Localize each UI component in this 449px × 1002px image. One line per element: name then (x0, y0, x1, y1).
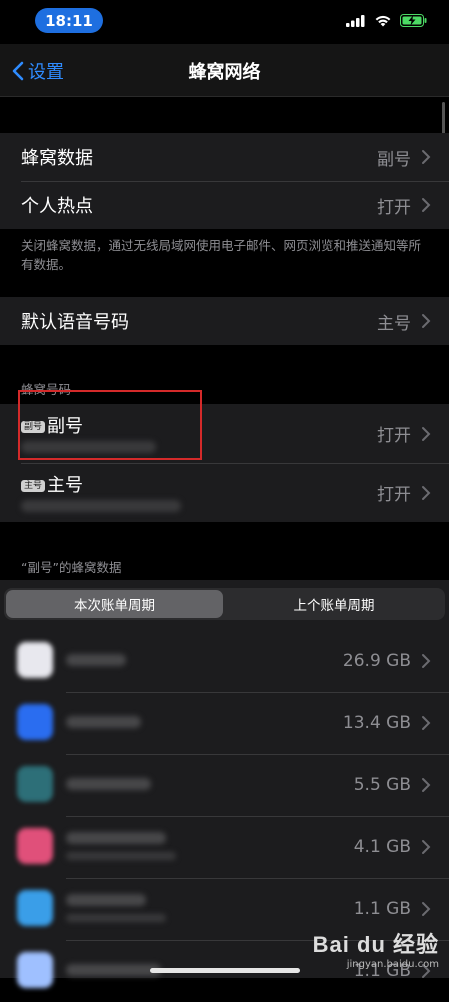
app-icon (17, 952, 53, 988)
status-bar: 18:11 (0, 0, 449, 44)
chevron-right-icon (422, 778, 431, 792)
navigation-bar: 设置 蜂窝网络 (0, 44, 449, 97)
chevron-right-icon (422, 654, 431, 668)
chevron-right-icon (422, 314, 431, 328)
row-value: 主号 (377, 313, 411, 334)
watermark: Bai du 经验 jingyan.baidu.com (313, 927, 439, 970)
app-usage-amount: 26.9 GB (342, 651, 411, 671)
app-name-redacted (66, 654, 126, 666)
app-usage-row[interactable]: 4.1 GB (0, 816, 449, 878)
phone-number-redacted (21, 500, 181, 512)
row-label: 个人热点 (21, 196, 93, 217)
app-name-redacted (66, 894, 146, 906)
app-subtitle-redacted (66, 914, 166, 922)
plan-title: 主号 主号 (21, 471, 83, 497)
app-icon (17, 828, 53, 864)
app-subtitle-redacted (66, 852, 176, 860)
watermark-site: jingyan.baidu.com (346, 959, 439, 970)
app-usage-amount: 5.5 GB (353, 775, 411, 795)
status-time: 18:11 (35, 8, 103, 33)
plan-label: 主号 (47, 475, 84, 496)
app-icon (17, 890, 53, 926)
segment-current-period[interactable]: 本次账单周期 (6, 590, 223, 618)
chevron-right-icon (422, 485, 431, 500)
app-usage-amount: 1.1 GB (353, 899, 411, 919)
page-title: 蜂窝网络 (188, 62, 261, 83)
row-personal-hotspot[interactable]: 个人热点 打开 (0, 181, 449, 229)
sim-badge: 主号 (21, 480, 46, 492)
app-usage-row[interactable]: 26.9 GB (0, 630, 449, 692)
row-value: 打开 (377, 197, 411, 218)
chevron-right-icon (422, 840, 431, 854)
row-value: 打开 (377, 485, 411, 505)
chevron-right-icon (422, 426, 431, 441)
highlight-box (18, 390, 202, 460)
chevron-right-icon (422, 902, 431, 916)
status-icons (346, 14, 427, 27)
app-usage-row[interactable]: 5.5 GB (0, 754, 449, 816)
row-value: 副号 (377, 149, 411, 170)
row-default-voice-line[interactable]: 默认语音号码 主号 (0, 297, 449, 345)
chevron-right-icon (422, 150, 431, 164)
app-name-redacted (66, 716, 141, 728)
app-usage-row[interactable]: 13.4 GB (0, 692, 449, 754)
row-label: 默认语音号码 (21, 312, 129, 333)
watermark-logo: Bai du 经验 (312, 932, 439, 957)
app-name-redacted (66, 778, 151, 790)
section-header-usage: “副号”的蜂窝数据 (21, 560, 122, 575)
home-indicator (150, 968, 300, 973)
app-usage-amount: 13.4 GB (342, 713, 411, 733)
row-value: 打开 (377, 426, 411, 446)
row-cellular-data[interactable]: 蜂窝数据 副号 (0, 133, 449, 181)
app-name-redacted (66, 832, 166, 844)
battery-charging-icon (400, 14, 427, 27)
app-icon (17, 704, 53, 740)
chevron-right-icon (422, 198, 431, 212)
app-icon (17, 766, 53, 802)
app-icon (17, 642, 53, 678)
app-usage-amount: 4.1 GB (353, 837, 411, 857)
plan-row-primary[interactable]: 主号 主号 打开 (0, 463, 449, 522)
segment-last-period[interactable]: 上个账单周期 (225, 590, 443, 618)
chevron-right-icon (422, 716, 431, 730)
app-name-redacted (66, 964, 161, 976)
cellular-footnote: 关闭蜂窝数据，通过无线局域网使用电子邮件、网页浏览和推送通知等所有数据。 (21, 238, 422, 272)
signal-icon (346, 14, 365, 27)
billing-period-segmented-control: 本次账单周期 上个账单周期 (4, 588, 445, 620)
wifi-icon (375, 15, 391, 27)
row-label: 蜂窝数据 (21, 148, 93, 169)
